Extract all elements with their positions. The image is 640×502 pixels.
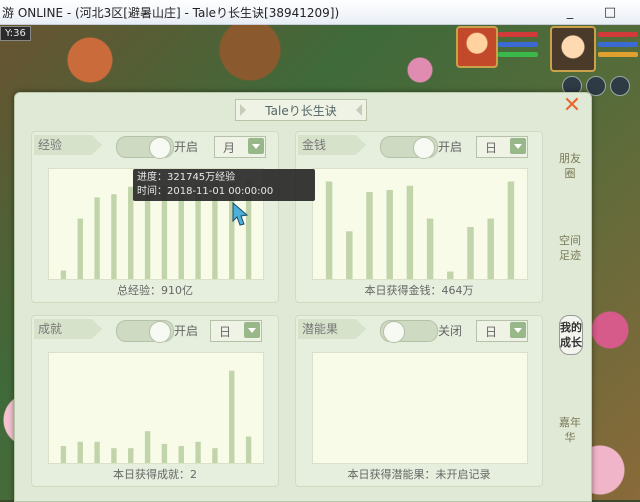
panel-title: Taleり长生诀 [235,99,367,121]
period-value: 日 [219,325,232,339]
card-footer: 本日获得成就：2 [113,468,197,481]
chart-bar[interactable] [128,186,134,279]
achievement-card: 成就 开启 日 本日获得成就：2 [31,315,279,487]
coordinate-readout: Y:36 [0,26,31,41]
toggle-knob [149,137,171,159]
chevron-down-icon[interactable] [248,138,264,154]
card-label: 成就 [34,319,102,339]
achievement-chart [48,352,264,464]
period-select[interactable]: 日 [210,320,262,342]
chart-bar[interactable] [60,446,67,463]
chart-bar[interactable] [94,441,100,463]
chart-svg [325,181,515,279]
chart-bar[interactable] [161,443,168,463]
potential-fruit-card: 潜能果 关闭 日 本日获得潜能果：未开启记录 [295,315,543,487]
tab-friends[interactable]: 朋友圈 [559,151,581,181]
chart-bar[interactable] [366,192,373,279]
toggle-knob [383,321,405,343]
chart-bar[interactable] [386,189,393,279]
chevron-down-icon[interactable] [510,322,526,338]
chart-bar[interactable] [229,370,235,463]
card-label: 潜能果 [298,319,366,339]
map-icon[interactable] [610,76,630,96]
toggle-state-label: 关闭 [438,324,463,338]
maximize-button[interactable]: □ [596,0,624,24]
minimize-button[interactable]: _ [556,0,584,24]
pet-mp-bar [498,42,538,47]
window-titlebar: 游 ONLINE - (河北3区[避暑山庄] - Taleり长生诀[389412… [0,0,640,25]
chart-bar[interactable] [487,218,494,279]
period-value: 日 [485,325,498,339]
pet-avatar[interactable] [456,26,498,68]
pet-exp-bar [498,52,538,57]
chart-bar[interactable] [77,218,83,279]
player-avatar[interactable] [550,26,596,72]
tooltip-time: 时间：2018-11-01 00:00:00 [137,186,274,197]
chart-bar[interactable] [178,446,184,463]
chart-tooltip: 进度：321745万经验 时间：2018-11-01 00:00:00 [133,169,315,201]
chart-bar[interactable] [507,181,515,279]
growth-panel: Taleり长生诀 ✕ 朋友圈 空间足迹 我的成长 嘉年华 经验 开启 月 总经验… [14,92,592,502]
chart-bar[interactable] [447,271,454,279]
chevron-down-icon[interactable] [244,322,260,338]
chart-bar[interactable] [77,441,83,463]
potential-fruit-toggle[interactable] [380,320,438,343]
money-card: 金钱 开启 日 本日获得金钱：464万 [295,131,543,303]
player-mp-bar [598,42,638,47]
period-value: 日 [485,141,498,155]
money-chart [312,168,528,280]
period-select[interactable]: 月 [214,136,266,158]
chart-bar[interactable] [245,436,252,464]
cursor-icon [232,201,249,226]
chart-bar[interactable] [111,194,117,279]
player-anger-bar [598,52,638,57]
period-select[interactable]: 日 [476,320,528,342]
toggle-knob [413,137,435,159]
experience-toggle[interactable] [116,136,174,159]
card-footer: 总经验：910亿 [117,284,193,297]
chart-bar[interactable] [346,231,353,279]
toggle-knob [149,321,171,343]
toggle-state-label: 开启 [438,140,463,154]
toggle-state-label: 开启 [174,324,199,338]
potential-fruit-chart [312,352,528,464]
chart-svg [313,353,527,463]
card-footer: 本日获得潜能果：未开启记录 [347,468,491,481]
chevron-down-icon[interactable] [510,138,526,154]
toggle-state-label: 开启 [174,140,199,154]
chart-bar[interactable] [467,227,474,279]
close-icon[interactable]: ✕ [561,95,583,117]
chart-bar[interactable] [406,185,414,279]
card-label: 经验 [34,135,102,155]
card-footer: 本日获得金钱：464万 [364,284,474,297]
period-select[interactable]: 日 [476,136,528,158]
money-toggle[interactable] [380,136,438,159]
chart-bar[interactable] [111,448,117,463]
window-title: 游 ONLINE - (河北3区[避暑山庄] - Taleり长生诀[389412… [2,5,340,20]
chart-bar[interactable] [325,181,333,279]
period-value: 月 [223,141,236,155]
tab-footprints[interactable]: 空间足迹 [559,233,581,263]
chart-bar[interactable] [144,431,151,463]
player-hp-bar [598,32,638,37]
achievement-toggle[interactable] [116,320,174,343]
chart-bar[interactable] [426,218,434,279]
chart-bar[interactable] [94,197,100,279]
chart-svg [60,370,252,464]
card-label: 金钱 [298,135,366,155]
chart-bar[interactable] [60,270,67,279]
tab-my-growth[interactable]: 我的成长 [559,315,583,355]
tooltip-progress: 进度：321745万经验 [137,172,236,183]
chart-bar[interactable] [128,448,134,463]
chart-bar[interactable] [212,448,218,463]
pet-hp-bar [498,32,538,37]
chart-bar[interactable] [195,441,201,463]
tab-carnival[interactable]: 嘉年华 [559,415,581,445]
